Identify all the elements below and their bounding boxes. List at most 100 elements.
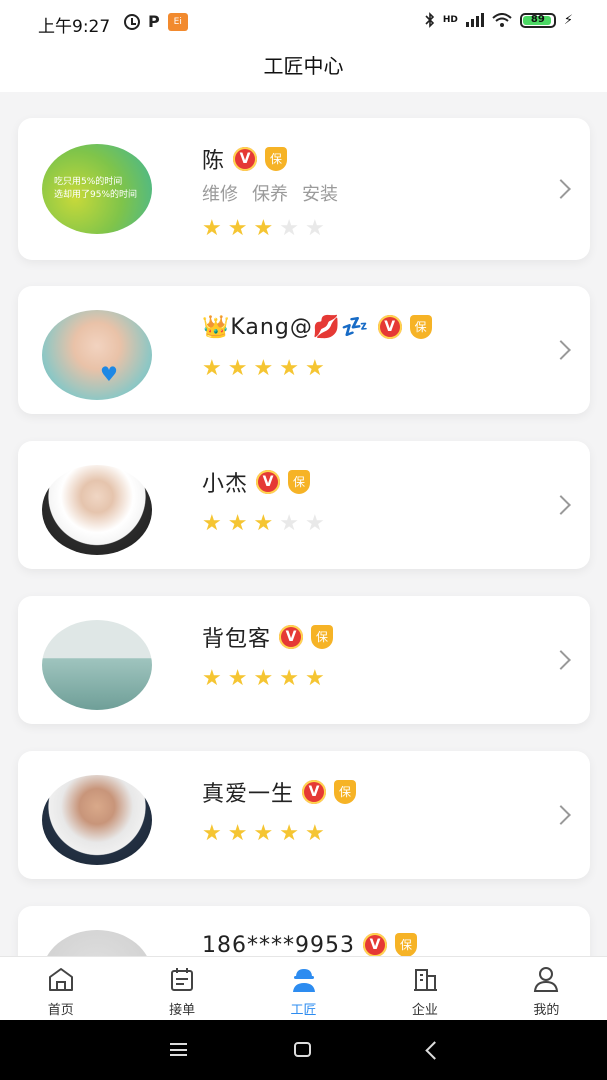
wifi-icon — [492, 13, 512, 27]
guarantee-badge-icon: 保 — [288, 470, 311, 494]
craftsman-card[interactable]: 真爱一生 V 保 ★ ★ ★ ★ ★ — [18, 751, 590, 879]
guarantee-badge-icon: 保 — [409, 315, 432, 339]
avatar — [42, 775, 152, 865]
signal-icon — [465, 13, 484, 27]
home-icon — [48, 968, 73, 991]
star-empty-icon: ★ — [304, 511, 325, 536]
bottom-nav: 首页 接单 工匠 企业 我的 — [0, 956, 607, 1021]
name-row: 👑Kang@💋💤 V 保 — [202, 312, 530, 342]
building-icon — [413, 969, 437, 991]
star-filled-icon: ★ — [304, 821, 325, 846]
avatar — [42, 465, 152, 555]
system-nav-bar — [0, 1020, 607, 1080]
guarantee-badge-icon: 保 — [394, 933, 417, 956]
star-filled-icon: ★ — [253, 356, 274, 381]
star-filled-icon: ★ — [227, 511, 248, 536]
nav-label: 我的 — [533, 1003, 560, 1018]
verified-badge-icon: V — [377, 315, 402, 339]
rating-stars: ★ ★ ★ ★ ★ — [202, 666, 530, 691]
star-filled-icon: ★ — [253, 821, 274, 846]
craftsman-card[interactable]: 背包客 V 保 ★ ★ ★ ★ ★ — [18, 596, 590, 724]
status-right-icons: HD 89 ⚡ — [425, 12, 573, 28]
craftsman-card[interactable]: ♥ 👑Kang@💋💤 V 保 ★ ★ ★ ★ ★ — [18, 286, 590, 414]
craftsman-name: 陈 — [202, 149, 226, 174]
star-filled-icon: ★ — [202, 666, 222, 691]
craftsman-info: 陈 V 保 维修 保养 安装 ★ ★ ★ ★ ★ — [202, 144, 530, 241]
rating-stars: ★ ★ ★ ★ ★ — [202, 216, 530, 241]
guarantee-badge-icon: 保 — [334, 780, 357, 804]
verified-badge-icon: V — [362, 933, 387, 956]
verified-badge-icon: V — [302, 780, 327, 804]
craftsman-name: 小杰 — [202, 472, 249, 497]
page-title: 工匠中心 — [263, 54, 344, 78]
network-type-label: HD — [442, 15, 458, 25]
star-filled-icon: ★ — [279, 356, 299, 381]
star-filled-icon: ★ — [279, 666, 299, 691]
craftsman-name: 真爱一生 — [202, 782, 295, 807]
name-row: 186****9953 V 保 — [202, 930, 530, 956]
star-empty-icon: ★ — [279, 511, 299, 536]
chevron-right-icon[interactable] — [551, 179, 571, 199]
star-filled-icon: ★ — [227, 356, 248, 381]
star-filled-icon: ★ — [253, 666, 274, 691]
nav-enterprise[interactable]: 企业 — [364, 957, 485, 1021]
service-tags: 维修 保养 安装 — [202, 180, 530, 206]
bluetooth-icon — [425, 12, 434, 28]
charging-icon: ⚡ — [563, 12, 573, 28]
chevron-right-icon[interactable] — [551, 340, 571, 360]
battery-icon: 89 — [519, 12, 556, 28]
heart-icon: ♥ — [100, 362, 118, 386]
name-row: 真爱一生 V 保 — [202, 777, 530, 807]
star-empty-icon: ★ — [304, 216, 325, 241]
nav-label: 工匠 — [290, 1003, 317, 1018]
craftsman-card[interactable]: 186****9953 V 保 — [18, 906, 590, 956]
parking-icon: P — [148, 12, 160, 31]
star-filled-icon: ★ — [253, 216, 274, 241]
star-filled-icon: ★ — [202, 216, 222, 241]
nav-label: 接单 — [169, 1003, 196, 1018]
avatar: 吃只用5%的时间 选却用了95%的时间 — [42, 144, 152, 234]
star-filled-icon: ★ — [227, 666, 248, 691]
status-left-icons: P Ei — [124, 12, 188, 31]
avatar — [42, 620, 152, 710]
rating-stars: ★ ★ ★ ★ ★ — [202, 356, 530, 381]
nav-home[interactable]: 首页 — [0, 957, 121, 1021]
star-filled-icon: ★ — [202, 511, 222, 536]
worker-icon — [292, 969, 315, 992]
avatar-caption: 吃只用5%的时间 — [54, 177, 123, 187]
avatar — [42, 930, 152, 956]
verified-badge-icon: V — [279, 625, 304, 649]
craftsman-info: 真爱一生 V 保 ★ ★ ★ ★ ★ — [202, 777, 530, 846]
page-header: 工匠中心 — [0, 44, 607, 92]
nav-craftsman[interactable]: 工匠 — [243, 957, 364, 1021]
back-icon[interactable] — [425, 1041, 444, 1060]
nav-label: 企业 — [411, 1003, 438, 1018]
craftsman-name: 背包客 — [202, 627, 272, 652]
rating-stars: ★ ★ ★ ★ ★ — [202, 511, 530, 536]
craftsman-card[interactable]: 吃只用5%的时间 选却用了95%的时间 陈 V 保 维修 保养 安装 ★ ★ ★… — [18, 118, 590, 260]
chevron-right-icon[interactable] — [551, 495, 571, 515]
star-filled-icon: ★ — [202, 821, 222, 846]
nav-orders[interactable]: 接单 — [121, 957, 242, 1021]
craftsman-info: 小杰 V 保 ★ ★ ★ ★ ★ — [202, 467, 530, 536]
craftsman-name: 👑Kang@💋💤 — [202, 314, 370, 340]
nav-label: 首页 — [47, 1003, 74, 1018]
service-tag: 保养 — [252, 184, 288, 205]
craftsman-list[interactable]: 吃只用5%的时间 选却用了95%的时间 陈 V 保 维修 保养 安装 ★ ★ ★… — [0, 92, 607, 956]
star-empty-icon: ★ — [279, 216, 299, 241]
menu-icon[interactable] — [170, 1043, 187, 1056]
service-tag: 安装 — [302, 184, 338, 205]
star-filled-icon: ★ — [304, 356, 325, 381]
craftsman-card[interactable]: 小杰 V 保 ★ ★ ★ ★ ★ — [18, 441, 590, 569]
name-row: 陈 V 保 — [202, 144, 530, 174]
craftsman-name: 186****9953 — [202, 932, 355, 957]
home-button-icon[interactable] — [294, 1042, 311, 1057]
star-filled-icon: ★ — [202, 356, 222, 381]
guarantee-badge-icon: 保 — [311, 625, 334, 649]
nav-mine[interactable]: 我的 — [486, 957, 607, 1021]
battery-level: 89 — [530, 13, 545, 25]
star-filled-icon: ★ — [227, 821, 248, 846]
chevron-right-icon[interactable] — [551, 650, 571, 670]
verified-badge-icon: V — [233, 147, 258, 171]
chevron-right-icon[interactable] — [551, 805, 571, 825]
